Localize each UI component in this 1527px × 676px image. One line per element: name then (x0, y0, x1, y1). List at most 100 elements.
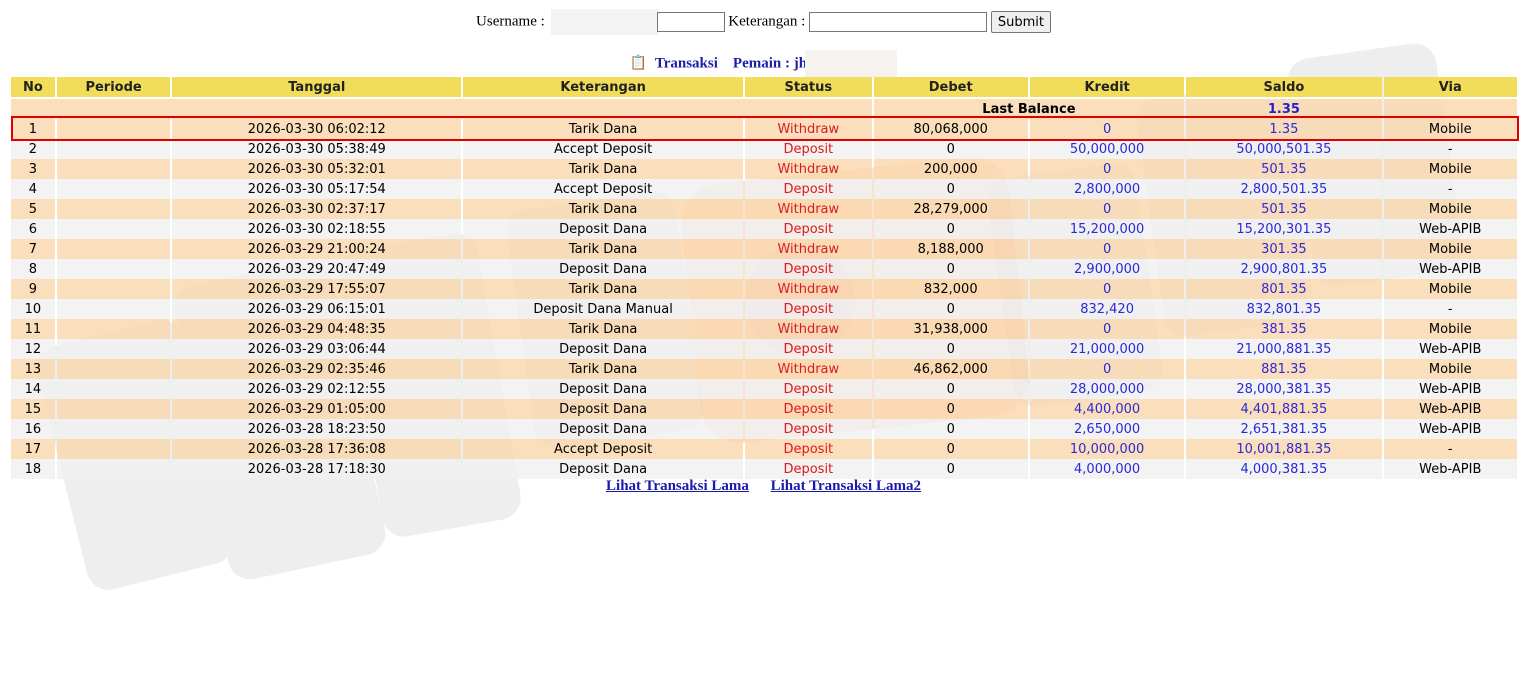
cell-no: 5 (11, 199, 55, 219)
keterangan-label: Keterangan : (728, 13, 806, 30)
cell-status: Deposit (745, 179, 872, 199)
submit-button[interactable]: Submit (990, 11, 1051, 33)
table-row: 12 2026-03-29 03:06:44 Deposit Dana Deposit… (11, 339, 1517, 359)
last-balance-value: 1.35 (1186, 99, 1382, 119)
cell-keterangan: Deposit Dana (463, 459, 744, 479)
cell-keterangan: Deposit Dana Manual (463, 299, 744, 319)
cell-no: 3 (11, 159, 55, 179)
cell-tanggal: 2026-03-30 06:02:12 (172, 119, 462, 139)
column-header: Keterangan (463, 77, 744, 99)
cell-no: 10 (11, 299, 55, 319)
cell-periode (56, 459, 171, 479)
cell-debet: 0 (873, 399, 1028, 419)
cell-debet: 31,938,000 (873, 319, 1028, 339)
cell-periode (56, 279, 171, 299)
cell-via: Mobile (1383, 119, 1517, 139)
cell-saldo: 1.35 (1186, 119, 1382, 139)
cell-saldo: 2,900,801.35 (1186, 259, 1382, 279)
cell-no: 7 (11, 239, 55, 259)
cell-saldo: 15,200,301.35 (1186, 219, 1382, 239)
cell-status: Withdraw (745, 159, 872, 179)
username-input[interactable] (656, 12, 725, 32)
cell-via: Mobile (1383, 279, 1517, 299)
table-row: 5 2026-03-30 02:37:17 Tarik Dana Withdraw 28… (11, 199, 1517, 219)
column-header: Kredit (1029, 77, 1185, 99)
cell-via: Mobile (1383, 239, 1517, 259)
cell-debet: 0 (873, 299, 1028, 319)
cell-saldo: 4,401,881.35 (1186, 399, 1382, 419)
cell-tanggal: 2026-03-30 02:18:55 (172, 219, 462, 239)
column-header: Saldo (1186, 77, 1382, 99)
last-balance-label: Last Balance (873, 99, 1185, 119)
column-header: Debet (873, 77, 1028, 99)
cell-no: 15 (11, 399, 55, 419)
cell-debet: 0 (873, 439, 1028, 459)
cell-no: 16 (11, 419, 55, 439)
cell-status: Deposit (745, 459, 872, 479)
column-header: Status (745, 77, 872, 99)
cell-debet: 0 (873, 179, 1028, 199)
cell-periode (56, 379, 171, 399)
cell-keterangan: Deposit Dana (463, 419, 744, 439)
cell-status: Deposit (745, 399, 872, 419)
table-row: 3 2026-03-30 05:32:01 Tarik Dana Withdraw 20… (11, 159, 1517, 179)
cell-via: Web-APIB (1383, 399, 1517, 419)
table-row: 15 2026-03-29 01:05:00 Deposit Dana Deposit… (11, 399, 1517, 419)
cell-via: - (1383, 439, 1517, 459)
cell-no: 1 (11, 119, 55, 139)
cell-debet: 0 (873, 459, 1028, 479)
cell-status: Deposit (745, 219, 872, 239)
cell-status: Deposit (745, 139, 872, 159)
cell-periode (56, 179, 171, 199)
cell-tanggal: 2026-03-29 20:47:49 (172, 259, 462, 279)
cell-status: Deposit (745, 439, 872, 459)
cell-debet: 80,068,000 (873, 119, 1028, 139)
table-row: 4 2026-03-30 05:17:54 Accept Deposit Deposi… (11, 179, 1517, 199)
cell-status: Deposit (745, 259, 872, 279)
cell-debet: 46,862,000 (873, 359, 1028, 379)
cell-periode (56, 359, 171, 379)
cell-no: 4 (11, 179, 55, 199)
link-transaksi-lama2[interactable]: Lihat Transaksi Lama2 (771, 478, 921, 494)
keterangan-input[interactable] (809, 12, 988, 32)
cell-via: Web-APIB (1383, 379, 1517, 399)
column-header: Via (1383, 77, 1517, 99)
cell-saldo: 301.35 (1186, 239, 1382, 259)
table-row: 18 2026-03-28 17:18:30 Deposit Dana Deposit… (11, 459, 1517, 479)
cell-periode (56, 299, 171, 319)
cell-no: 13 (11, 359, 55, 379)
cell-periode (56, 159, 171, 179)
cell-status: Deposit (745, 419, 872, 439)
column-header: Periode (56, 77, 171, 99)
cell-via: - (1383, 299, 1517, 319)
cell-status: Withdraw (745, 279, 872, 299)
cell-via: - (1383, 179, 1517, 199)
cell-kredit: 2,650,000 (1029, 419, 1185, 439)
cell-keterangan: Tarik Dana (463, 239, 744, 259)
cell-tanggal: 2026-03-28 17:36:08 (172, 439, 462, 459)
cell-kredit: 28,000,000 (1029, 379, 1185, 399)
table-row: 1 2026-03-30 06:02:12 Tarik Dana Withdraw 80… (11, 119, 1517, 139)
cell-keterangan: Deposit Dana (463, 219, 744, 239)
table-row: 6 2026-03-30 02:18:55 Deposit Dana Deposit 0… (11, 219, 1517, 239)
cell-saldo: 4,000,381.35 (1186, 459, 1382, 479)
cell-keterangan: Tarik Dana (463, 199, 744, 219)
cell-debet: 0 (873, 379, 1028, 399)
cell-status: Deposit (745, 379, 872, 399)
cell-tanggal: 2026-03-29 03:06:44 (172, 339, 462, 359)
cell-tanggal: 2026-03-29 02:35:46 (172, 359, 462, 379)
cell-keterangan: Deposit Dana (463, 339, 744, 359)
transaction-table: No Periode Tanggal Keterangan Status Debet Kre… (9, 77, 1519, 479)
cell-tanggal: 2026-03-28 17:18:30 (172, 459, 462, 479)
cell-no: 6 (11, 219, 55, 239)
cell-kredit: 0 (1029, 279, 1185, 299)
cell-kredit: 0 (1029, 319, 1185, 339)
page-heading: 📋 Transaksi Pemain : jh (0, 50, 1527, 78)
link-transaksi-lama[interactable]: Lihat Transaksi Lama (606, 478, 749, 494)
cell-status: Deposit (745, 339, 872, 359)
clipboard-icon: 📋 (629, 56, 648, 72)
history-links: Lihat Transaksi Lama Lihat Transaksi Lam… (0, 478, 1527, 495)
cell-kredit: 10,000,000 (1029, 439, 1185, 459)
cell-kredit: 2,900,000 (1029, 259, 1185, 279)
cell-keterangan: Deposit Dana (463, 379, 744, 399)
